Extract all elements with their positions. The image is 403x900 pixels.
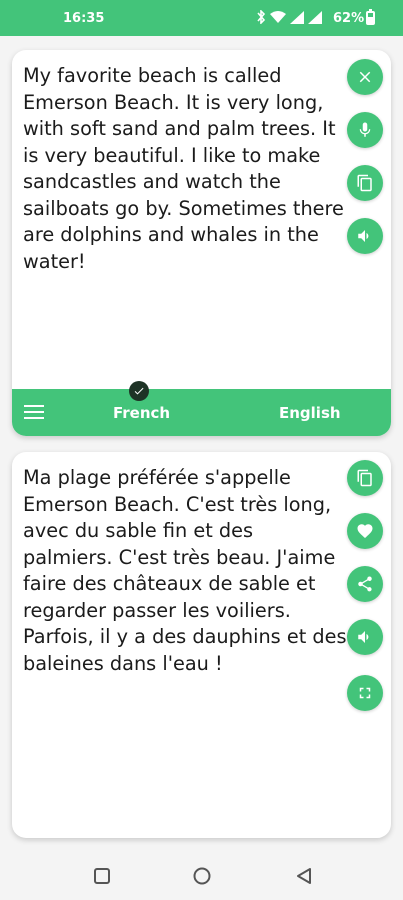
bluetooth-icon bbox=[257, 10, 266, 24]
favorite-button[interactable] bbox=[347, 513, 383, 549]
share-button[interactable] bbox=[347, 566, 383, 602]
check-icon bbox=[129, 381, 149, 401]
copy-icon bbox=[357, 174, 372, 192]
heart-icon bbox=[357, 524, 373, 539]
share-icon bbox=[358, 576, 372, 592]
clear-button[interactable] bbox=[347, 59, 383, 95]
status-time: 16:35 bbox=[63, 11, 105, 26]
copy-icon bbox=[357, 469, 372, 487]
language-bar: French English bbox=[12, 381, 391, 436]
close-icon bbox=[359, 71, 371, 83]
wifi-icon bbox=[270, 10, 286, 23]
copy-translation-button[interactable] bbox=[347, 460, 383, 496]
translation-card: Ma plage préférée s'appelle Emerson Beac… bbox=[12, 452, 391, 838]
status-icons bbox=[256, 10, 322, 24]
battery-percent: 62% bbox=[333, 11, 365, 26]
recents-icon[interactable] bbox=[92, 866, 112, 886]
status-bar: 16:35 62% bbox=[0, 0, 403, 36]
menu-icon[interactable] bbox=[24, 405, 44, 419]
source-card: My favorite beach is called Emerson Beac… bbox=[12, 50, 391, 436]
battery-icon bbox=[366, 9, 375, 25]
voice-input-button[interactable] bbox=[347, 112, 383, 148]
translation-text: Ma plage préférée s'appelle Emerson Beac… bbox=[23, 466, 347, 675]
speak-translation-button[interactable] bbox=[347, 619, 383, 655]
copy-source-button[interactable] bbox=[347, 165, 383, 201]
source-text[interactable]: My favorite beach is called Emerson Beac… bbox=[23, 63, 348, 275]
mic-icon bbox=[359, 122, 371, 137]
navigation-bar bbox=[0, 852, 403, 900]
fullscreen-icon bbox=[359, 687, 371, 699]
home-icon[interactable] bbox=[192, 866, 212, 886]
target-language-button[interactable]: English bbox=[279, 404, 341, 422]
signal-icon bbox=[290, 10, 304, 24]
fullscreen-button[interactable] bbox=[347, 675, 383, 711]
speak-source-button[interactable] bbox=[347, 218, 383, 254]
speaker-icon bbox=[358, 631, 369, 643]
signal-icon bbox=[308, 10, 322, 24]
back-icon[interactable] bbox=[294, 866, 314, 886]
source-language-button[interactable]: French bbox=[113, 404, 170, 422]
speaker-icon bbox=[358, 230, 369, 242]
